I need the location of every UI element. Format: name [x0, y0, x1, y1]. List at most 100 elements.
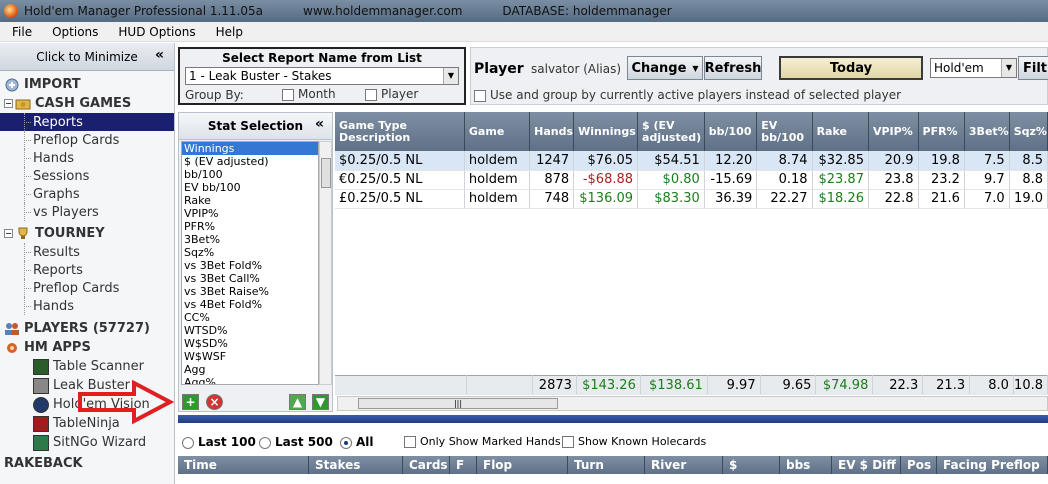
- today-button[interactable]: Today: [779, 56, 923, 80]
- table-row[interactable]: $0.25/0.5 NL holdem 1247 $76.05 $54.51 12.20 8…: [335, 151, 1048, 171]
- column-header[interactable]: Sqz%: [1009, 112, 1048, 151]
- stat-list-item[interactable]: EV bb/100: [182, 181, 318, 194]
- hands-column-header[interactable]: F: [450, 456, 477, 474]
- table-row[interactable]: €0.25/0.5 NL holdem 878 -$68.88 $0.80 -15.69 0…: [335, 170, 1048, 190]
- stat-list-item[interactable]: Agg%: [182, 376, 318, 384]
- stat-list-item[interactable]: vs 3Bet Fold%: [182, 259, 318, 272]
- hands-column-header[interactable]: Turn: [568, 456, 645, 474]
- column-header[interactable]: Rake: [812, 112, 869, 151]
- report-dropdown[interactable]: 1 - Leak Buster - Stakes ▼: [185, 67, 459, 85]
- marked-hands-checkbox[interactable]: [404, 436, 416, 448]
- nav-item-preflop-cards[interactable]: Preflop Cards: [0, 131, 174, 149]
- move-up-icon[interactable]: ▲: [289, 394, 306, 410]
- table-row[interactable]: £0.25/0.5 NL holdem 748 $136.09 $83.30 36.39 2…: [335, 189, 1048, 209]
- add-stat-icon[interactable]: +: [182, 394, 199, 410]
- nav-rakeback[interactable]: RAKEBACK: [0, 454, 174, 473]
- stat-list-item[interactable]: vs 4Bet Fold%: [182, 298, 318, 311]
- hands-column-header[interactable]: River: [645, 456, 723, 474]
- group-by-player[interactable]: Player: [365, 87, 418, 101]
- group-by-month[interactable]: Month: [282, 87, 336, 101]
- minimize-button[interactable]: Click to Minimize «: [0, 43, 174, 71]
- hands-column-header[interactable]: Pos: [901, 456, 937, 474]
- menu-options[interactable]: Options: [40, 25, 106, 39]
- stat-list-item[interactable]: Winnings: [182, 142, 318, 155]
- column-header[interactable]: EV bb/100: [756, 112, 813, 151]
- nav-item-graphs[interactable]: Graphs: [0, 185, 174, 203]
- nav-players[interactable]: PLAYERS (57727): [0, 319, 174, 338]
- stat-list-item[interactable]: CC%: [182, 311, 318, 324]
- collapse-icon[interactable]: «: [155, 47, 164, 63]
- stat-list-item[interactable]: W$SD%: [182, 337, 318, 350]
- change-button[interactable]: Change ▼: [627, 56, 703, 80]
- nav-item-tourney-reports[interactable]: Reports: [0, 261, 174, 279]
- nav-item-vs-players[interactable]: vs Players: [0, 203, 174, 221]
- nav-app-table-scanner[interactable]: Table Scanner: [0, 357, 174, 376]
- chevron-down-icon[interactable]: ▼: [443, 68, 458, 84]
- use-active-checkbox[interactable]: [474, 89, 486, 102]
- stat-list-item[interactable]: WTSD%: [182, 324, 318, 337]
- known-holecards-checkbox[interactable]: [562, 436, 574, 448]
- all-radio[interactable]: [340, 436, 352, 449]
- stat-list-item[interactable]: W$WSF: [182, 350, 318, 363]
- nav-import[interactable]: IMPORT: [0, 75, 174, 94]
- nav-hm-apps[interactable]: HM APPS: [0, 338, 174, 357]
- column-header[interactable]: bb/100: [704, 112, 758, 151]
- hands-column-header[interactable]: $: [723, 456, 780, 474]
- scrollbar-thumb[interactable]: |||: [358, 398, 558, 409]
- nav-item-hands[interactable]: Hands: [0, 149, 174, 167]
- last-500-option[interactable]: Last 500: [259, 435, 333, 449]
- hands-column-header[interactable]: Time: [178, 456, 309, 474]
- move-down-icon[interactable]: ▼: [312, 394, 329, 410]
- stat-list-item[interactable]: vs 3Bet Call%: [182, 272, 318, 285]
- nav-tourney[interactable]: − TOURNEY: [0, 224, 174, 243]
- nav-item-tourney-preflop-cards[interactable]: Preflop Cards: [0, 279, 174, 297]
- column-header[interactable]: Game: [464, 112, 531, 151]
- month-checkbox[interactable]: [282, 88, 294, 101]
- nav-item-reports[interactable]: Reports: [0, 113, 174, 131]
- stat-list-item[interactable]: Rake: [182, 194, 318, 207]
- marked-hands-option[interactable]: Only Show Marked Hands: [404, 435, 561, 448]
- remove-stat-icon[interactable]: ×: [206, 394, 223, 410]
- hands-column-header[interactable]: Facing Preflop: [937, 456, 1048, 474]
- hands-column-header[interactable]: Stakes: [309, 456, 403, 474]
- collapse-icon[interactable]: «: [315, 116, 324, 132]
- scrollbar-thumb[interactable]: [321, 158, 331, 188]
- hands-column-header[interactable]: Flop: [477, 456, 568, 474]
- known-holecards-option[interactable]: Show Known Holecards: [562, 435, 706, 448]
- player-checkbox[interactable]: [365, 88, 377, 101]
- nav-cash-games[interactable]: − CASH GAMES: [0, 94, 174, 113]
- stat-list-item[interactable]: bb/100: [182, 168, 318, 181]
- last-100-option[interactable]: Last 100: [182, 435, 256, 449]
- column-header[interactable]: Game Type Description: [335, 112, 465, 151]
- stat-list-item[interactable]: Agg: [182, 363, 318, 376]
- use-active-players-option[interactable]: Use and group by currently active player…: [474, 88, 901, 102]
- stat-list-item[interactable]: 3Bet%: [182, 233, 318, 246]
- collapse-toggle-icon[interactable]: −: [4, 229, 13, 238]
- column-header[interactable]: Hands: [529, 112, 575, 151]
- menu-hud-options[interactable]: HUD Options: [106, 25, 203, 39]
- horizontal-scrollbar[interactable]: |||: [337, 396, 1048, 411]
- refresh-button[interactable]: Refresh: [704, 56, 762, 80]
- stat-list-item[interactable]: vs 3Bet Raise%: [182, 285, 318, 298]
- hands-column-header[interactable]: EV $ Diff: [832, 456, 901, 474]
- stat-list-item[interactable]: PFR%: [182, 220, 318, 233]
- filter-button[interactable]: Filt: [1018, 56, 1048, 80]
- menu-file[interactable]: File: [0, 25, 40, 39]
- stat-list-scrollbar[interactable]: [319, 141, 332, 385]
- nav-item-tourney-hands[interactable]: Hands: [0, 297, 174, 315]
- chevron-down-icon[interactable]: ▼: [1001, 59, 1016, 77]
- stat-list-item[interactable]: $ (EV adjusted): [182, 155, 318, 168]
- nav-item-results[interactable]: Results: [0, 243, 174, 261]
- menu-help[interactable]: Help: [204, 25, 251, 39]
- nav-item-sessions[interactable]: Sessions: [0, 167, 174, 185]
- last-100-radio[interactable]: [182, 436, 194, 449]
- column-header[interactable]: Winnings: [573, 112, 639, 151]
- nav-app-sitngo-wizard[interactable]: SitNGo Wizard: [0, 433, 174, 452]
- collapse-toggle-icon[interactable]: −: [4, 99, 13, 108]
- stat-list-item[interactable]: VPIP%: [182, 207, 318, 220]
- stat-list-item[interactable]: Sqz%: [182, 246, 318, 259]
- column-header[interactable]: 3Bet%: [964, 112, 1010, 151]
- game-type-dropdown[interactable]: Hold'em ▼: [930, 58, 1017, 78]
- all-option[interactable]: All: [340, 435, 374, 449]
- hands-table-row[interactable]: [178, 475, 1048, 484]
